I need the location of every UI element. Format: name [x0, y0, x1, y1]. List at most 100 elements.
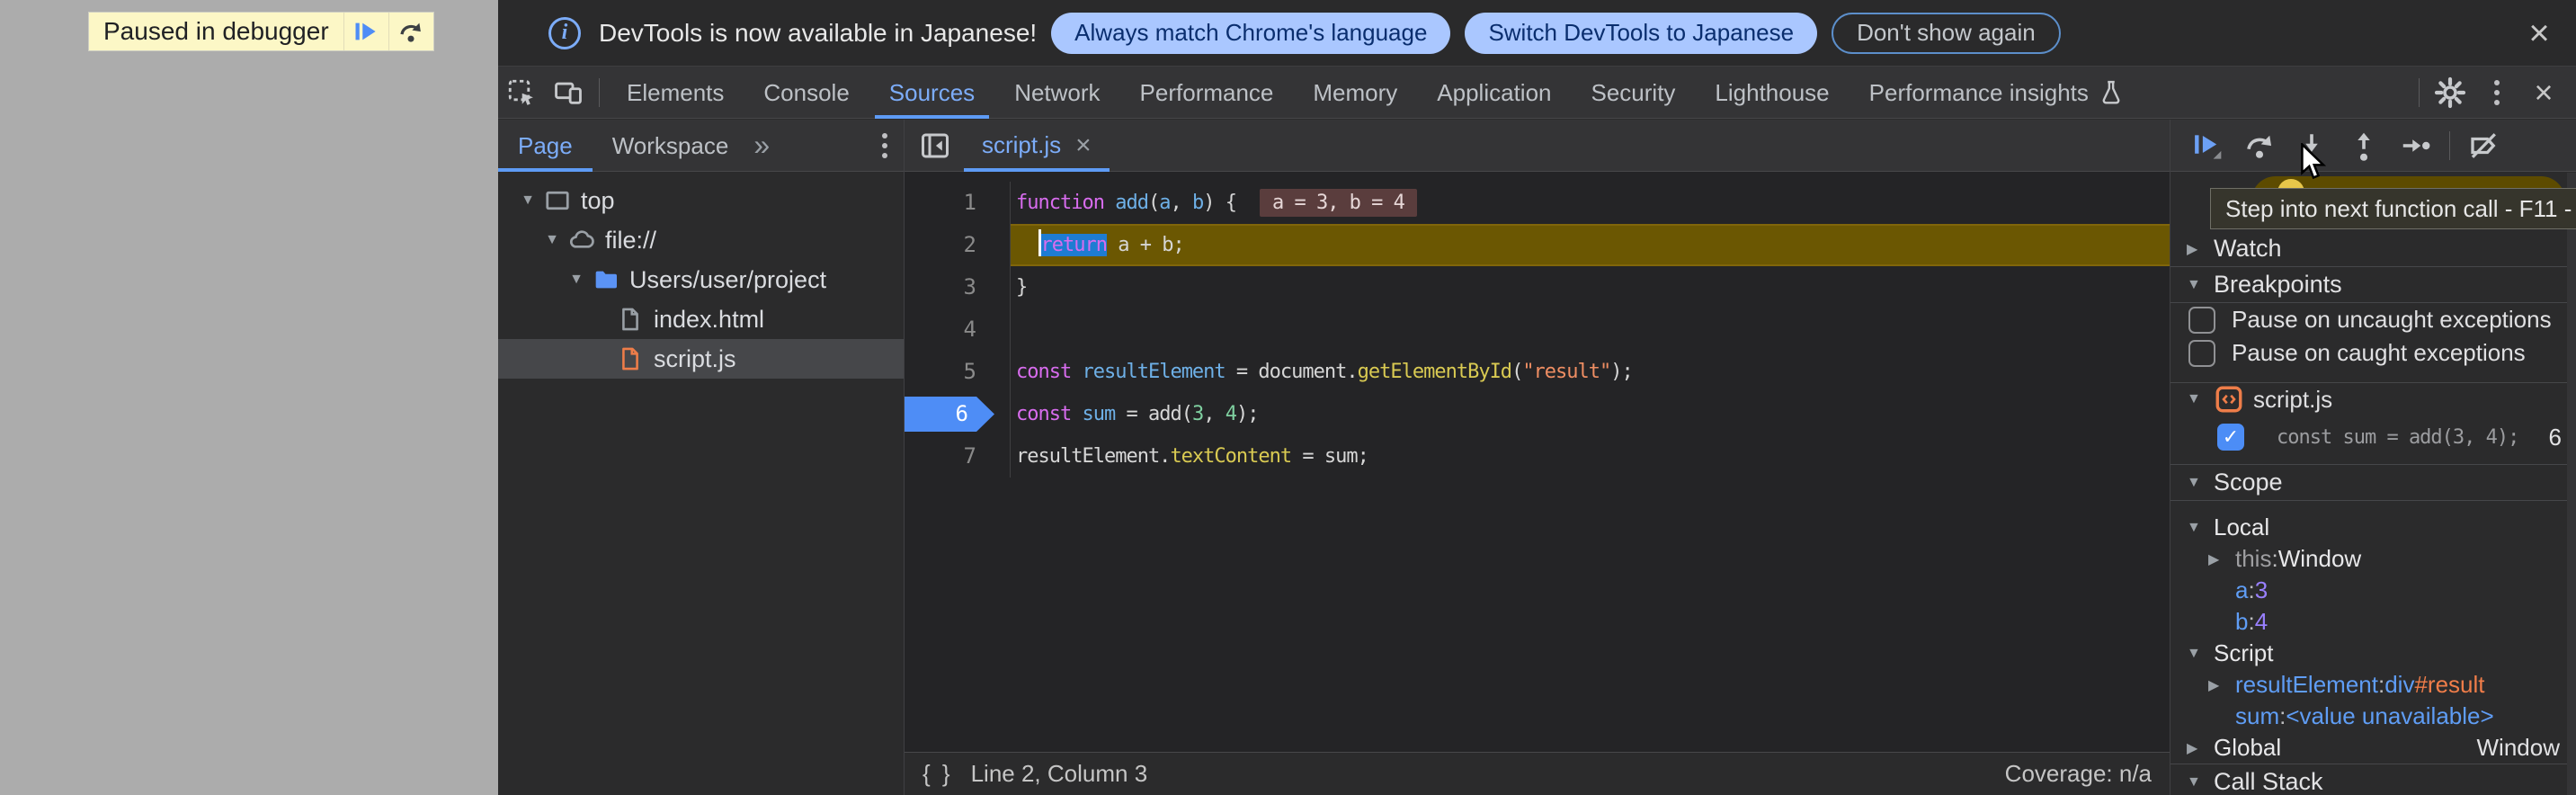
tree-item-file-[interactable]: ▼file://: [498, 220, 904, 260]
switch-to-japanese-button[interactable]: Switch DevTools to Japanese: [1465, 13, 1817, 54]
breakpoint-entry[interactable]: ✓ const sum = add(3, 4); 6: [2170, 419, 2576, 455]
hide-navigator-button[interactable]: [912, 122, 958, 169]
tab-application[interactable]: Application: [1417, 67, 1571, 119]
tab-close-icon[interactable]: ×: [1075, 130, 1092, 161]
code-line-text[interactable]: function add(a, b) {a = 3, b = 4: [1011, 182, 2170, 224]
code-line-text[interactable]: return a + b;: [1011, 224, 2170, 266]
pause-caught-exceptions-row[interactable]: Pause on caught exceptions: [2170, 336, 2576, 370]
tab-sources[interactable]: Sources: [869, 67, 994, 119]
breakpoint-marker[interactable]: 6: [905, 397, 994, 432]
chevron-down-icon[interactable]: ▼: [514, 192, 541, 209]
code-editor[interactable]: 1function add(a, b) {a = 3, b = 42 retur…: [905, 172, 2170, 752]
devtools-close-button[interactable]: ×: [2520, 69, 2567, 116]
checkbox-unchecked[interactable]: [2188, 307, 2215, 334]
deactivate-breakpoints-button[interactable]: [2457, 122, 2509, 169]
code-line[interactable]: 1 function add(a, b) {a = 3, b = 4: [905, 182, 2170, 224]
tab-network[interactable]: Network: [994, 67, 1119, 119]
code-line-text[interactable]: const resultElement = document.getElemen…: [1011, 351, 2170, 393]
editor-tab-scriptjs[interactable]: script.js ×: [964, 120, 1110, 172]
line-number[interactable]: 2: [964, 232, 976, 257]
chevron-down-icon[interactable]: ▼: [2187, 520, 2214, 536]
checkbox-unchecked[interactable]: [2188, 340, 2215, 367]
code-line-text[interactable]: [1011, 308, 2170, 351]
code-line[interactable]: 5 const resultElement = document.getEleme…: [905, 351, 2170, 393]
scope-group-global[interactable]: ▶GlobalWindow: [2170, 732, 2576, 764]
section-scope[interactable]: ▼ Scope: [2170, 465, 2576, 500]
dont-show-again-button[interactable]: Don't show again: [1832, 13, 2061, 54]
tree-item-index-html[interactable]: index.html: [498, 299, 904, 339]
section-watch[interactable]: ▶ Watch: [2170, 231, 2576, 266]
step-over-button[interactable]: [2233, 122, 2286, 169]
tab-performance[interactable]: Performance: [1120, 67, 1294, 119]
more-tabs-button[interactable]: »: [748, 129, 775, 162]
scope-group-local[interactable]: ▼Local: [2170, 512, 2576, 543]
breakpoint-file-label: script.js: [2253, 386, 2332, 414]
tab-console[interactable]: Console: [744, 67, 869, 119]
code-line[interactable]: 7 resultElement.textContent = sum;: [905, 435, 2170, 478]
code-line-text[interactable]: }: [1011, 266, 2170, 308]
line-number-gutter[interactable]: 1: [905, 182, 1011, 224]
pause-uncaught-exceptions-row[interactable]: Pause on uncaught exceptions: [2170, 303, 2576, 336]
settings-button[interactable]: [2427, 69, 2473, 116]
line-number-gutter[interactable]: 7: [905, 435, 1011, 478]
step-out-button[interactable]: [2338, 122, 2390, 169]
tab-label: Performance: [1140, 67, 1274, 119]
tree-item-Users-user-project[interactable]: ▼Users/user/project: [498, 260, 904, 299]
infobar-message: DevTools is now available in Japanese!: [599, 19, 1037, 48]
tab-security[interactable]: Security: [1572, 67, 1696, 119]
tab-lighthouse[interactable]: Lighthouse: [1695, 67, 1849, 119]
tab-memory[interactable]: Memory: [1293, 67, 1417, 119]
scope-entry-this[interactable]: ▶this: Window: [2170, 543, 2576, 575]
line-number[interactable]: 3: [964, 274, 976, 299]
line-number-gutter[interactable]: 3: [905, 266, 1011, 308]
breakpoint-file-group[interactable]: ▼ script.js: [2170, 383, 2576, 415]
line-number-gutter[interactable]: 5: [905, 351, 1011, 393]
chevron-down-icon[interactable]: ▼: [539, 232, 566, 248]
line-number[interactable]: 5: [964, 359, 976, 384]
scope-entry-resultElement[interactable]: ▶resultElement: div#result: [2170, 669, 2576, 701]
tab-performance-insights[interactable]: Performance insights: [1850, 67, 2144, 119]
code-line[interactable]: 4: [905, 308, 2170, 351]
line-number-gutter[interactable]: 4: [905, 308, 1011, 351]
chevron-down-icon[interactable]: ▼: [2187, 646, 2214, 662]
resume-script-button[interactable]: [2181, 122, 2233, 169]
step-over-button-banner[interactable]: [388, 13, 433, 50]
code-line-text[interactable]: const sum = add(3, 4);: [1011, 393, 2170, 435]
scope-entry-a[interactable]: a: 3: [2170, 575, 2576, 606]
line-number-gutter[interactable]: 6: [905, 393, 1011, 435]
chevron-right-icon[interactable]: ▶: [2208, 676, 2235, 694]
code-line[interactable]: 6 const sum = add(3, 4);: [905, 393, 2170, 435]
chevron-right-icon[interactable]: ▶: [2187, 739, 2214, 757]
line-number[interactable]: 4: [964, 317, 976, 342]
step-button[interactable]: [2390, 122, 2442, 169]
code-line[interactable]: 2 return a + b;: [905, 224, 2170, 266]
infobar-close-button[interactable]: ×: [2518, 13, 2560, 54]
pretty-print-button[interactable]: { }: [923, 760, 953, 788]
scope-group-label: Script: [2214, 639, 2273, 667]
always-match-language-button[interactable]: Always match Chrome's language: [1051, 13, 1450, 54]
code-line[interactable]: 3}: [905, 266, 2170, 308]
toggle-device-toolbar-button[interactable]: [545, 69, 592, 116]
resume-script-button[interactable]: [343, 13, 388, 50]
scope-entry-sum[interactable]: sum: <value unavailable>: [2170, 701, 2576, 732]
code-line-text[interactable]: resultElement.textContent = sum;: [1011, 435, 2170, 478]
tab-label: Performance insights: [1869, 67, 2089, 119]
line-number[interactable]: 1: [964, 190, 976, 215]
tab-workspace[interactable]: Workspace: [593, 120, 749, 172]
section-breakpoints[interactable]: ▼ Breakpoints: [2170, 267, 2576, 302]
tree-item-script-js[interactable]: script.js: [498, 339, 904, 379]
line-number-gutter[interactable]: 2: [905, 224, 1011, 266]
tab-page[interactable]: Page: [498, 120, 593, 172]
tab-elements[interactable]: Elements: [607, 67, 744, 119]
line-number[interactable]: 7: [964, 443, 976, 469]
devtools-menu-button[interactable]: [2473, 69, 2520, 116]
section-call-stack[interactable]: ▼ Call Stack: [2170, 764, 2576, 795]
navigator-menu-button[interactable]: [882, 133, 887, 158]
inspect-element-button[interactable]: [498, 69, 545, 116]
checkbox-checked[interactable]: ✓: [2217, 424, 2244, 451]
scope-entry-b[interactable]: b: 4: [2170, 606, 2576, 638]
chevron-down-icon[interactable]: ▼: [563, 272, 590, 288]
tree-item-top[interactable]: ▼top: [498, 181, 904, 220]
scope-group-script[interactable]: ▼Script: [2170, 638, 2576, 669]
chevron-right-icon[interactable]: ▶: [2208, 550, 2235, 568]
